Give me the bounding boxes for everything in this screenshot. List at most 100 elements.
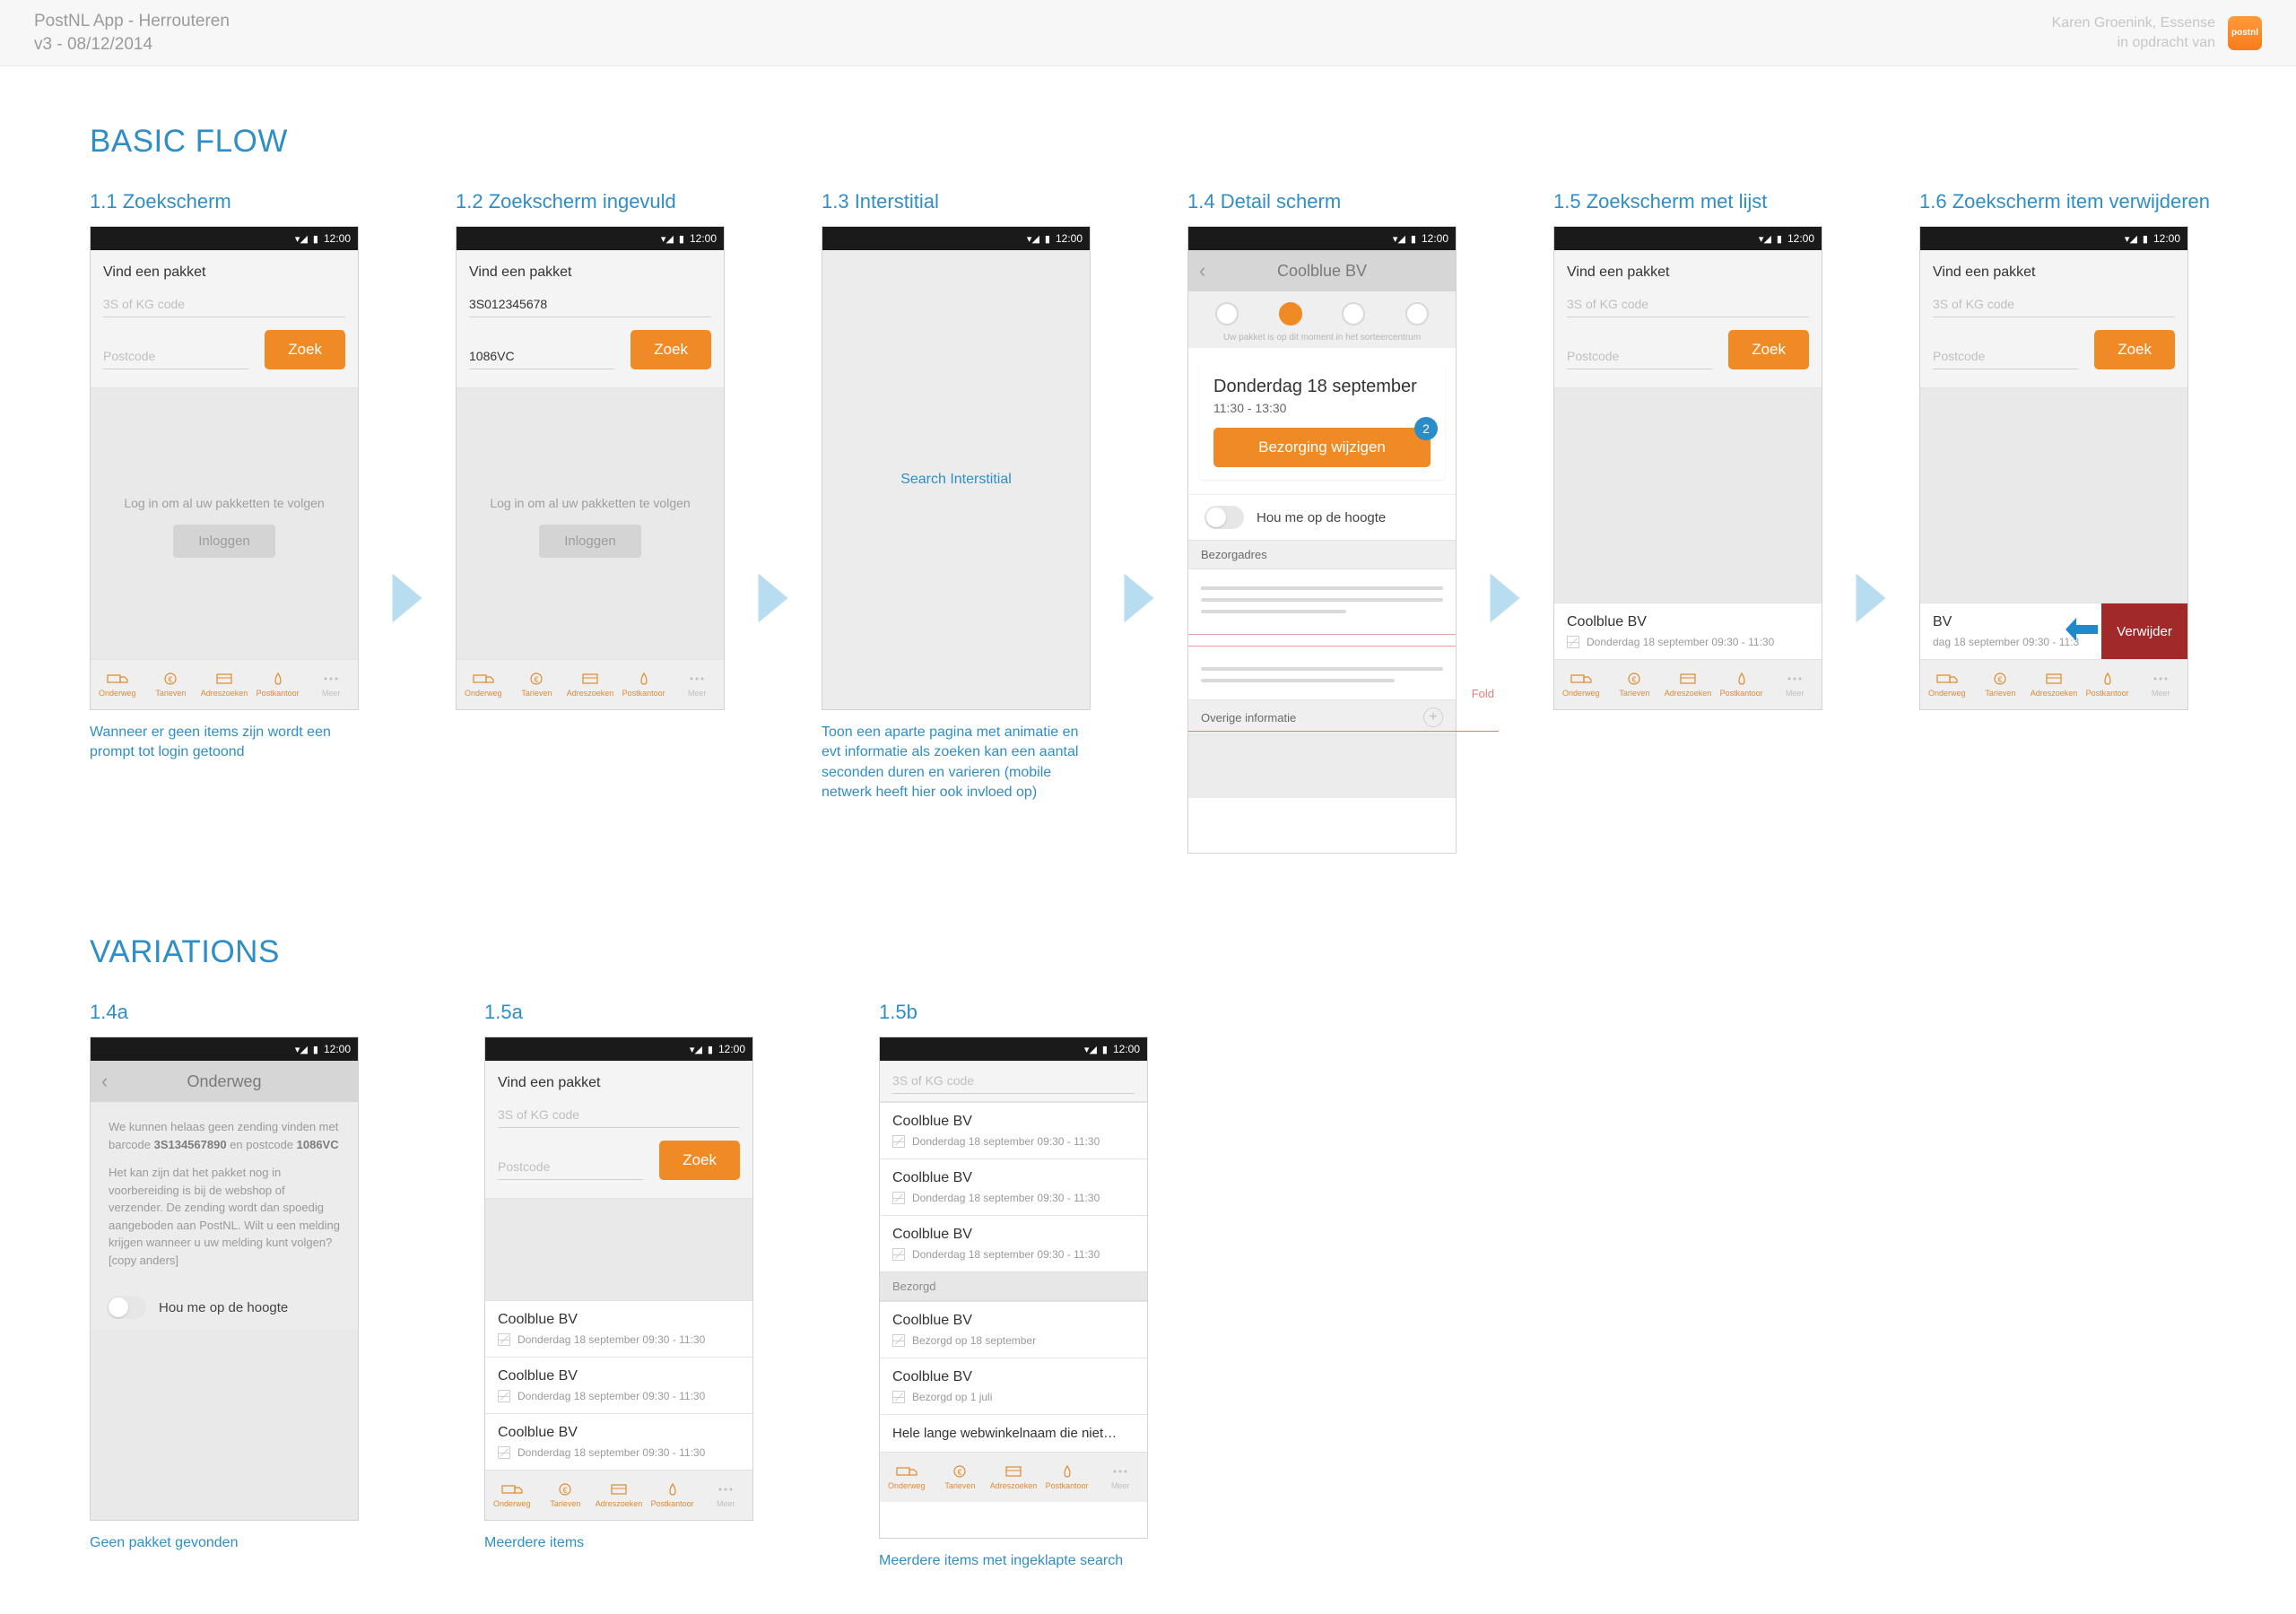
list-item[interactable]: Coolblue BVDonderdag 18 september 09:30 … bbox=[880, 1215, 1147, 1271]
frame-14a-caption: Geen pakket gevonden bbox=[90, 1533, 359, 1553]
section-basic-flow: BASIC FLOW bbox=[90, 124, 2224, 160]
svg-text:€: € bbox=[169, 675, 173, 684]
fold-label: Fold bbox=[1472, 687, 1494, 700]
notification-badge: 2 bbox=[1414, 417, 1438, 440]
delivered-header: Bezorgd bbox=[880, 1271, 1147, 1301]
list-item[interactable]: Coolblue BVDonderdag 18 september 09:30 … bbox=[880, 1102, 1147, 1158]
list-item[interactable]: Coolblue BVDonderdag 18 september 09:30 … bbox=[485, 1300, 752, 1357]
search-button[interactable]: Zoek bbox=[631, 330, 711, 369]
code-input[interactable] bbox=[1567, 291, 1809, 317]
tab-postkantoor[interactable]: Postkantoor bbox=[251, 660, 305, 709]
login-button[interactable]: Inloggen bbox=[539, 525, 641, 558]
list-item[interactable]: Coolblue BVDonderdag 18 september 09:30 … bbox=[485, 1413, 752, 1470]
arrow-icon bbox=[1851, 568, 1891, 622]
error-line2: Het kan zijn dat het pakket nog in voorb… bbox=[109, 1164, 340, 1269]
frame-13: ▾◢▮12:00 Search Interstitial bbox=[822, 226, 1091, 710]
step-note: Uw pakket is op dit moment in het sortee… bbox=[1196, 333, 1448, 343]
step-4 bbox=[1405, 302, 1429, 325]
search-button[interactable]: Zoek bbox=[1728, 330, 1809, 369]
list-item[interactable]: Coolblue BVDonderdag 18 september 09:30 … bbox=[880, 1158, 1147, 1215]
address-header: Bezorgadres bbox=[1188, 540, 1456, 569]
search-button[interactable]: Zoek bbox=[2094, 330, 2175, 369]
notify-label: Hou me op de hoogte bbox=[1257, 510, 1386, 525]
code-input[interactable] bbox=[498, 1102, 740, 1128]
nav-bar: ‹ Coolblue BV bbox=[1188, 250, 1456, 291]
step-1 bbox=[1215, 302, 1239, 325]
frame-14: ▾◢▮12:00 ‹ Coolblue BV Uw pakket is op d… bbox=[1187, 226, 1457, 854]
postcode-input[interactable] bbox=[498, 1154, 643, 1180]
arrow-icon bbox=[387, 568, 427, 622]
tab-onderweg[interactable]: Onderweg bbox=[91, 660, 144, 709]
wifi-icon: ▾◢ bbox=[295, 233, 308, 245]
postcode-input[interactable] bbox=[1567, 343, 1712, 369]
code-input[interactable] bbox=[103, 291, 345, 317]
status-time: 12:00 bbox=[324, 232, 351, 245]
arrow-icon bbox=[753, 568, 793, 622]
back-icon[interactable]: ‹ bbox=[101, 1070, 108, 1093]
notify-toggle[interactable] bbox=[107, 1296, 146, 1319]
header-bar: PostNL App - Herrouteren v3 - 08/12/2014… bbox=[0, 0, 2296, 66]
frame-15a-caption: Meerdere items bbox=[484, 1533, 753, 1553]
expand-icon[interactable]: + bbox=[1423, 707, 1443, 727]
postcode-input[interactable] bbox=[103, 343, 248, 369]
delete-button[interactable]: Verwijder bbox=[2101, 603, 2187, 659]
frame-11-title: 1.1 Zoekscherm bbox=[90, 190, 359, 213]
frame-14a: ▾◢▮12:00 ‹ Onderweg We kunnen helaas gee… bbox=[90, 1037, 359, 1521]
code-input[interactable] bbox=[892, 1068, 1135, 1094]
code-input[interactable] bbox=[469, 291, 711, 317]
battery-icon: ▮ bbox=[313, 233, 318, 245]
step-3 bbox=[1342, 302, 1365, 325]
search-button[interactable]: Zoek bbox=[659, 1141, 740, 1180]
delivery-date: Donderdag 18 september bbox=[1213, 377, 1431, 397]
frame-12-title: 1.2 Zoekscherm ingevuld bbox=[456, 190, 725, 213]
code-input[interactable] bbox=[1933, 291, 2175, 317]
postcode-input[interactable] bbox=[1933, 343, 2078, 369]
login-hint: Log in om al uw pakketten te volgen bbox=[106, 496, 342, 510]
frame-15a: ▾◢▮12:00 Vind een pakket Zoek Coolblue B… bbox=[484, 1037, 753, 1521]
postcode-input[interactable] bbox=[469, 343, 614, 369]
frame-16-title: 1.6 Zoekscherm item verwijderen bbox=[1919, 190, 2210, 213]
other-info-header[interactable]: Overige informatie + bbox=[1188, 699, 1456, 735]
search-button[interactable]: Zoek bbox=[265, 330, 345, 369]
svg-text:€: € bbox=[563, 1486, 568, 1495]
arrow-icon bbox=[1485, 568, 1525, 622]
interstitial-label: Search Interstitial bbox=[822, 250, 1090, 709]
frame-15b-caption: Meerdere items met ingeklapte search bbox=[879, 1551, 1148, 1571]
back-icon[interactable]: ‹ bbox=[1199, 259, 1205, 282]
frame-15-title: 1.5 Zoekscherm met lijst bbox=[1553, 190, 1822, 213]
frame-11-caption: Wanneer er geen items zijn wordt een pro… bbox=[90, 723, 359, 763]
tab-meer[interactable]: Meer bbox=[304, 660, 358, 709]
frame-15b-title: 1.5b bbox=[879, 1001, 1148, 1024]
frame-15: ▾◢▮12:00 Vind een pakket Zoek Coolblue B… bbox=[1553, 226, 1822, 710]
postnl-logo: postnl bbox=[2228, 16, 2262, 50]
frame-14a-title: 1.4a bbox=[90, 1001, 359, 1024]
notify-label: Hou me op de hoogte bbox=[159, 1300, 288, 1315]
credit-for: in opdracht van bbox=[2052, 33, 2215, 53]
frame-15a-title: 1.5a bbox=[484, 1001, 753, 1024]
frame-12: ▾◢▮12:00 Vind een pakket Zoek Log in om … bbox=[456, 226, 725, 710]
list-item[interactable]: Coolblue BV Donderdag 18 september 09:30… bbox=[1554, 603, 1822, 659]
change-delivery-button[interactable]: Bezorging wijzigen 2 bbox=[1213, 428, 1431, 467]
tab-adreszoeken[interactable]: Adreszoeken bbox=[197, 660, 251, 709]
error-line1: We kunnen helaas geen zending vinden met… bbox=[109, 1118, 340, 1153]
tab-bar: Onderweg €Tarieven Adreszoeken Postkanto… bbox=[91, 659, 358, 709]
svg-text:€: € bbox=[958, 1468, 962, 1477]
doc-title: PostNL App - Herrouteren bbox=[34, 10, 230, 33]
nav-title: Onderweg bbox=[187, 1072, 261, 1091]
list-item[interactable]: Coolblue BVBezorgd op 18 september bbox=[880, 1301, 1147, 1358]
section-variations: VARIATIONS bbox=[90, 934, 2224, 970]
list-item[interactable]: Coolblue BVDonderdag 18 september 09:30 … bbox=[485, 1357, 752, 1413]
frame-13-title: 1.3 Interstitial bbox=[822, 190, 1091, 213]
list-item-swiped[interactable]: BV dag 18 september 09:30 - 11:3 Verwijd… bbox=[1920, 603, 2187, 659]
frame-14-title: 1.4 Detail scherm bbox=[1187, 190, 1457, 213]
nav-title: Coolblue BV bbox=[1277, 262, 1367, 281]
package-icon bbox=[1567, 636, 1579, 648]
arrow-icon bbox=[1119, 568, 1159, 622]
login-button[interactable]: Inloggen bbox=[173, 525, 275, 558]
delivery-time: 11:30 - 13:30 bbox=[1213, 401, 1431, 415]
tab-tarieven[interactable]: €Tarieven bbox=[144, 660, 198, 709]
list-item[interactable]: Coolblue BVBezorgd op 1 juli bbox=[880, 1358, 1147, 1414]
frame-16: ▾◢▮12:00 Vind een pakket Zoek BV dag 18 … bbox=[1919, 226, 2188, 710]
notify-toggle[interactable] bbox=[1205, 506, 1244, 529]
list-item-long[interactable]: Hele lange webwinkelnaam die niet… bbox=[880, 1414, 1147, 1452]
